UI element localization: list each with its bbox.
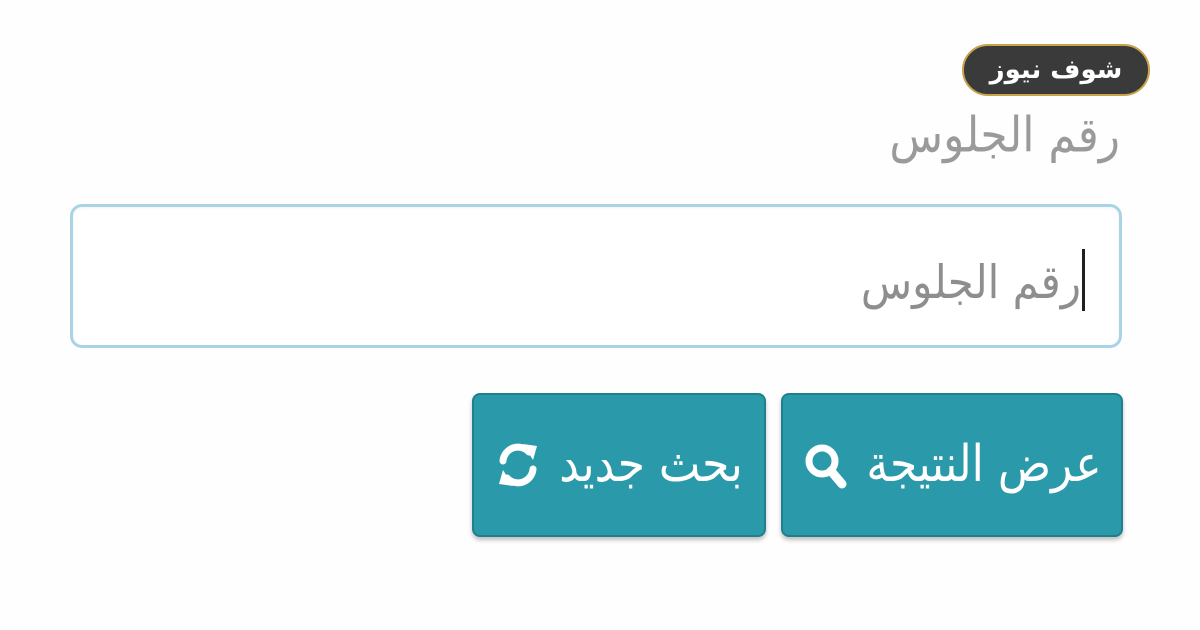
new-search-label: بحث جديد — [559, 435, 743, 494]
text-caret — [1082, 249, 1085, 311]
watermark-text: شوف نيوز — [989, 55, 1123, 85]
seat-number-input[interactable]: رقم الجلوس — [70, 204, 1122, 348]
new-search-button[interactable]: بحث جديد — [472, 393, 766, 537]
refresh-icon — [499, 443, 538, 487]
show-result-label: عرض النتيجة — [866, 435, 1102, 494]
show-result-button[interactable]: عرض النتيجة — [781, 393, 1123, 537]
seat-number-label: رقم الجلوس — [889, 107, 1120, 164]
search-icon — [805, 444, 847, 489]
page: شوف نيوز رقم الجلوس رقم الجلوس عرض النتي… — [0, 0, 1200, 630]
seat-number-placeholder: رقم الجلوس — [860, 255, 1081, 309]
watermark-logo: شوف نيوز — [962, 44, 1150, 96]
